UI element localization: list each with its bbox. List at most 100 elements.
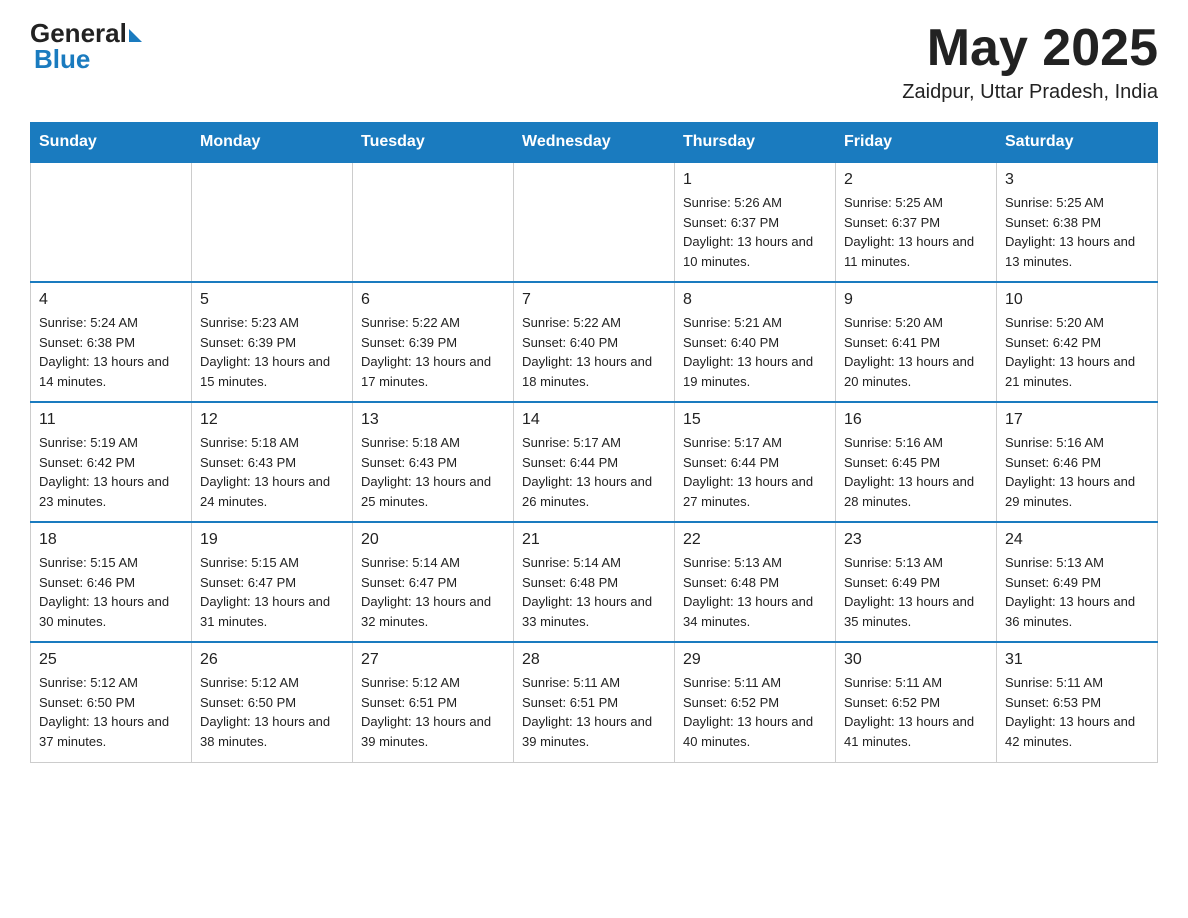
week-row-2: 4Sunrise: 5:24 AM Sunset: 6:38 PM Daylig… — [31, 282, 1158, 402]
location-text: Zaidpur, Uttar Pradesh, India — [902, 81, 1158, 104]
day-number: 31 — [1005, 651, 1149, 669]
calendar-cell: 12 Sunrise: 5:18 AM Sunset: 6:43 PM Dayli… — [192, 402, 353, 522]
day-info: Sunrise: 5:13 AM Sunset: 6:49 PM Dayligh… — [844, 553, 988, 631]
calendar-cell: 25Sunrise: 5:12 AM Sunset: 6:50 PM Dayli… — [31, 642, 192, 762]
calendar-cell: 16Sunrise: 5:16 AM Sunset: 6:45 PM Dayli… — [836, 402, 997, 522]
day-number: 6 — [361, 291, 505, 309]
day-number: 30 — [844, 651, 988, 669]
logo-arrow-icon — [129, 29, 142, 42]
day-info: Sunrise: 5:14 AM Sunset: 6:47 PM Dayligh… — [361, 553, 505, 631]
day-number: 28 — [522, 651, 666, 669]
calendar-cell: 24 Sunrise: 5:13 AM Sunset: 6:49 PM Dayli… — [997, 522, 1158, 642]
calendar-cell: 15 Sunrise: 5:17 AM Sunset: 6:44 PM Dayli… — [675, 402, 836, 522]
day-number: 7 — [522, 291, 666, 309]
day-info: Sunrise: 5:11 AM Sunset: 6:52 PM Dayligh… — [683, 673, 827, 751]
day-info: Sunrise: 5:20 AM Sunset: 6:41 PM Dayligh… — [844, 313, 988, 391]
day-info: Sunrise: 5:11 AM Sunset: 6:51 PM Dayligh… — [522, 673, 666, 751]
day-number: 1 — [683, 171, 827, 189]
day-info: Sunrise: 5:17 AM Sunset: 6:44 PM Dayligh… — [683, 433, 827, 511]
column-header-friday: Friday — [836, 123, 997, 163]
day-number: 21 — [522, 531, 666, 549]
day-info: Sunrise: 5:13 AM Sunset: 6:49 PM Dayligh… — [1005, 553, 1149, 631]
day-number: 10 — [1005, 291, 1149, 309]
calendar-cell — [192, 162, 353, 282]
day-number: 4 — [39, 291, 183, 309]
day-info: Sunrise: 5:23 AM Sunset: 6:39 PM Dayligh… — [200, 313, 344, 391]
day-info: Sunrise: 5:15 AM Sunset: 6:47 PM Dayligh… — [200, 553, 344, 631]
day-number: 20 — [361, 531, 505, 549]
day-info: Sunrise: 5:11 AM Sunset: 6:52 PM Dayligh… — [844, 673, 988, 751]
day-info: Sunrise: 5:22 AM Sunset: 6:40 PM Dayligh… — [522, 313, 666, 391]
logo-general-text: General — [30, 20, 127, 46]
day-info: Sunrise: 5:20 AM Sunset: 6:42 PM Dayligh… — [1005, 313, 1149, 391]
day-info: Sunrise: 5:14 AM Sunset: 6:48 PM Dayligh… — [522, 553, 666, 631]
day-number: 22 — [683, 531, 827, 549]
calendar-cell: 26 Sunrise: 5:12 AM Sunset: 6:50 PM Dayli… — [192, 642, 353, 762]
calendar-cell: 9 Sunrise: 5:20 AM Sunset: 6:41 PM Daylig… — [836, 282, 997, 402]
day-info: Sunrise: 5:11 AM Sunset: 6:53 PM Dayligh… — [1005, 673, 1149, 751]
column-header-wednesday: Wednesday — [514, 123, 675, 163]
calendar-cell: 7 Sunrise: 5:22 AM Sunset: 6:40 PM Daylig… — [514, 282, 675, 402]
calendar-cell: 17 Sunrise: 5:16 AM Sunset: 6:46 PM Dayli… — [997, 402, 1158, 522]
calendar-cell: 4Sunrise: 5:24 AM Sunset: 6:38 PM Daylig… — [31, 282, 192, 402]
day-info: Sunrise: 5:26 AM Sunset: 6:37 PM Dayligh… — [683, 193, 827, 271]
calendar-cell: 11Sunrise: 5:19 AM Sunset: 6:42 PM Dayli… — [31, 402, 192, 522]
week-row-4: 18 Sunrise: 5:15 AM Sunset: 6:46 PM Dayli… — [31, 522, 1158, 642]
column-header-monday: Monday — [192, 123, 353, 163]
day-info: Sunrise: 5:15 AM Sunset: 6:46 PM Dayligh… — [39, 553, 183, 631]
day-info: Sunrise: 5:12 AM Sunset: 6:50 PM Dayligh… — [39, 673, 183, 751]
column-header-tuesday: Tuesday — [353, 123, 514, 163]
day-number: 13 — [361, 411, 505, 429]
day-number: 24 — [1005, 531, 1149, 549]
day-number: 5 — [200, 291, 344, 309]
day-number: 2 — [844, 171, 988, 189]
day-info: Sunrise: 5:12 AM Sunset: 6:50 PM Dayligh… — [200, 673, 344, 751]
calendar-cell: 23Sunrise: 5:13 AM Sunset: 6:49 PM Dayli… — [836, 522, 997, 642]
title-block: May 2025 Zaidpur, Uttar Pradesh, India — [902, 20, 1158, 104]
day-info: Sunrise: 5:18 AM Sunset: 6:43 PM Dayligh… — [200, 433, 344, 511]
column-header-thursday: Thursday — [675, 123, 836, 163]
day-number: 26 — [200, 651, 344, 669]
calendar-cell: 19 Sunrise: 5:15 AM Sunset: 6:47 PM Dayli… — [192, 522, 353, 642]
month-title: May 2025 — [902, 20, 1158, 77]
calendar-cell: 6 Sunrise: 5:22 AM Sunset: 6:39 PM Daylig… — [353, 282, 514, 402]
calendar-cell: 14 Sunrise: 5:17 AM Sunset: 6:44 PM Dayli… — [514, 402, 675, 522]
calendar-cell: 2 Sunrise: 5:25 AM Sunset: 6:37 PM Daylig… — [836, 162, 997, 282]
day-number: 17 — [1005, 411, 1149, 429]
calendar-table: SundayMondayTuesdayWednesdayThursdayFrid… — [30, 122, 1158, 763]
day-number: 18 — [39, 531, 183, 549]
day-info: Sunrise: 5:19 AM Sunset: 6:42 PM Dayligh… — [39, 433, 183, 511]
calendar-cell: 1 Sunrise: 5:26 AM Sunset: 6:37 PM Daylig… — [675, 162, 836, 282]
day-number: 27 — [361, 651, 505, 669]
calendar-cell: 21 Sunrise: 5:14 AM Sunset: 6:48 PM Dayli… — [514, 522, 675, 642]
calendar-cell: 22 Sunrise: 5:13 AM Sunset: 6:48 PM Dayli… — [675, 522, 836, 642]
week-row-3: 11Sunrise: 5:19 AM Sunset: 6:42 PM Dayli… — [31, 402, 1158, 522]
day-number: 19 — [200, 531, 344, 549]
day-number: 14 — [522, 411, 666, 429]
calendar-cell — [353, 162, 514, 282]
calendar-cell: 10 Sunrise: 5:20 AM Sunset: 6:42 PM Dayli… — [997, 282, 1158, 402]
day-info: Sunrise: 5:16 AM Sunset: 6:45 PM Dayligh… — [844, 433, 988, 511]
day-number: 29 — [683, 651, 827, 669]
calendar-cell: 31 Sunrise: 5:11 AM Sunset: 6:53 PM Dayli… — [997, 642, 1158, 762]
day-info: Sunrise: 5:22 AM Sunset: 6:39 PM Dayligh… — [361, 313, 505, 391]
day-info: Sunrise: 5:13 AM Sunset: 6:48 PM Dayligh… — [683, 553, 827, 631]
day-number: 9 — [844, 291, 988, 309]
calendar-cell: 18 Sunrise: 5:15 AM Sunset: 6:46 PM Dayli… — [31, 522, 192, 642]
logo-blue-text: Blue — [34, 44, 90, 75]
calendar-cell: 20 Sunrise: 5:14 AM Sunset: 6:47 PM Dayli… — [353, 522, 514, 642]
column-header-saturday: Saturday — [997, 123, 1158, 163]
page-header: General Blue May 2025 Zaidpur, Uttar Pra… — [30, 20, 1158, 104]
day-info: Sunrise: 5:16 AM Sunset: 6:46 PM Dayligh… — [1005, 433, 1149, 511]
day-info: Sunrise: 5:17 AM Sunset: 6:44 PM Dayligh… — [522, 433, 666, 511]
column-header-sunday: Sunday — [31, 123, 192, 163]
day-info: Sunrise: 5:25 AM Sunset: 6:37 PM Dayligh… — [844, 193, 988, 271]
day-info: Sunrise: 5:21 AM Sunset: 6:40 PM Dayligh… — [683, 313, 827, 391]
logo: General Blue — [30, 20, 142, 75]
calendar-cell: 13 Sunrise: 5:18 AM Sunset: 6:43 PM Dayli… — [353, 402, 514, 522]
day-number: 15 — [683, 411, 827, 429]
day-info: Sunrise: 5:18 AM Sunset: 6:43 PM Dayligh… — [361, 433, 505, 511]
calendar-cell: 5 Sunrise: 5:23 AM Sunset: 6:39 PM Daylig… — [192, 282, 353, 402]
day-number: 12 — [200, 411, 344, 429]
calendar-cell — [31, 162, 192, 282]
